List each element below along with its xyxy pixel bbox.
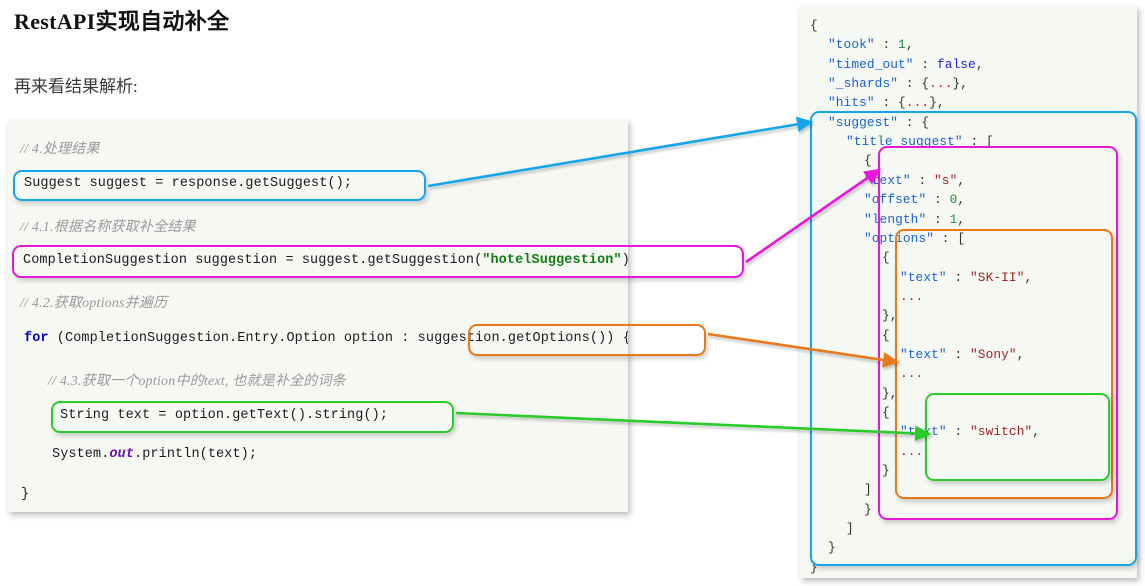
json-punctuation: , <box>905 37 914 53</box>
field-reference: out <box>109 447 135 462</box>
json-line: "timed_out" : false, <box>828 57 984 72</box>
json-punctuation: { <box>810 18 818 33</box>
json-line: { <box>810 18 818 33</box>
json-ellipsis: ... <box>905 95 930 111</box>
json-line: "took" : 1, <box>828 37 914 52</box>
json-punctuation: : <box>913 56 937 72</box>
json-ellipsis: ... <box>929 76 953 92</box>
json-punctuation: }, <box>952 76 969 92</box>
json-punctuation: , <box>975 56 984 72</box>
json-punctuation: : <box>874 37 899 53</box>
json-key: "timed_out" <box>828 56 914 72</box>
highlight-box-suggestion-code <box>12 245 744 278</box>
code-statement-line: } <box>21 487 30 502</box>
json-key: "hits" <box>828 95 875 111</box>
json-line: "_shards" : {...}, <box>828 76 968 91</box>
json-key: "took" <box>828 37 875 53</box>
code-statement-line: System.out.println(text); <box>52 447 258 462</box>
section-lead-text: 再来看结果解析: <box>14 77 138 96</box>
highlight-box-suggest-code <box>13 170 426 201</box>
json-punctuation: }, <box>929 95 945 111</box>
code-comment-line: // 4.2.获取options并遍历 <box>20 296 168 311</box>
code-comment-line: // 4.处理结果 <box>20 142 100 157</box>
keyword: for <box>24 331 49 346</box>
highlight-box-switchtext-json <box>925 393 1110 481</box>
code-comment-line: // 4.1.根据名称获取补全结果 <box>20 220 196 235</box>
json-key: "_shards" <box>828 76 899 92</box>
highlight-box-gettext-code <box>51 401 454 433</box>
json-boolean-value: false <box>936 56 976 72</box>
page-title: RestAPI实现自动补全 <box>14 9 230 34</box>
json-number-value: 1 <box>898 37 906 53</box>
code-comment-line: // 4.3.获取一个option中的text, 也就是补全的词条 <box>48 374 346 389</box>
json-punctuation: : { <box>874 95 906 111</box>
json-punctuation: : { <box>898 76 930 92</box>
json-line: "hits" : {...}, <box>828 95 945 110</box>
highlight-box-getoptions-code <box>468 324 706 356</box>
